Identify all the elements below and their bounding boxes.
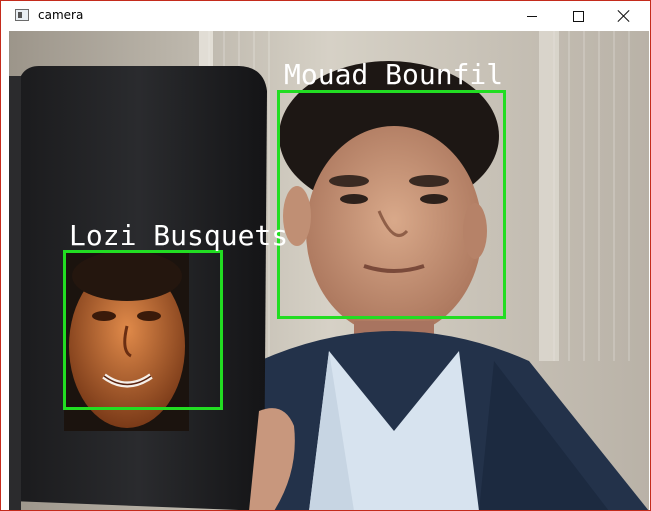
camera-window-icon[interactable] [15,9,29,21]
maximize-button[interactable] [555,1,601,31]
camera-feed: Mouad Bounfil Lozi Busquets [9,31,649,510]
title-bar[interactable]: camera [1,1,650,31]
face-detection-box-2 [63,250,223,410]
window-title: camera [38,8,84,22]
minimize-button[interactable] [509,1,555,31]
minimize-icon [527,15,537,17]
face-detection-label-1: Mouad Bounfil [284,58,504,91]
close-icon [618,10,630,22]
maximize-icon [572,10,584,22]
face-detection-box-1 [277,90,506,319]
face-detection-label-2: Lozi Busquets [69,219,289,252]
camera-window: camera Mouad Bounfil Lozi Busquets [0,0,651,511]
close-button[interactable] [601,1,647,31]
